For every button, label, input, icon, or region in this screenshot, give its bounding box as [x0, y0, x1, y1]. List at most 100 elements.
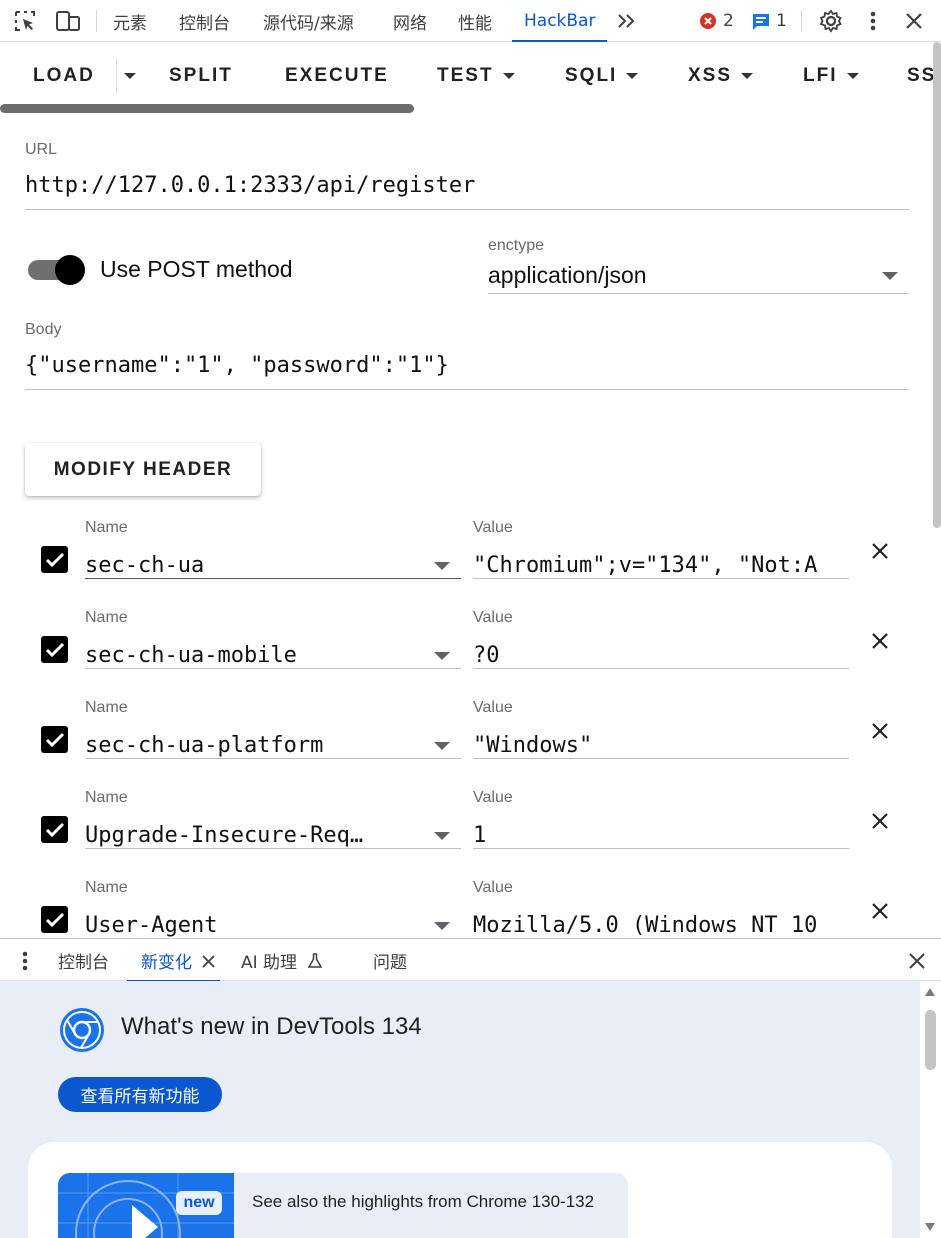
more-options-icon[interactable] — [862, 9, 884, 33]
header-name-underline — [85, 758, 461, 759]
header-name-dropdown-icon[interactable] — [434, 562, 450, 570]
drawer-scrollbar-thumb[interactable] — [925, 1010, 936, 1070]
checkmark-icon — [45, 642, 64, 657]
modify-header-button[interactable]: MODIFY HEADER — [25, 443, 261, 496]
header-name-input[interactable]: sec-ch-ua-platform — [85, 733, 415, 758]
header-value-label: Value — [473, 879, 513, 896]
url-input[interactable]: http://127.0.0.1:2333/api/register — [25, 173, 909, 198]
scroll-down-arrow-icon[interactable] — [923, 1220, 937, 1234]
new-badge: new — [176, 1191, 222, 1215]
chevron-down-icon — [626, 73, 639, 79]
header-value-input[interactable]: ?0 — [473, 643, 849, 668]
header-row: Name sec-ch-ua Value "Chromium";v="134",… — [0, 512, 930, 602]
post-method-toggle-knob[interactable] — [55, 255, 85, 285]
message-count: 1 — [776, 11, 787, 31]
header-value-label: Value — [473, 609, 513, 626]
header-enabled-checkbox[interactable] — [41, 906, 68, 933]
xss-menu-button[interactable]: XSS — [688, 56, 754, 96]
remove-header-icon[interactable] — [868, 719, 892, 743]
tab-performance[interactable]: 性能 — [458, 0, 492, 42]
ssti-menu-button[interactable]: SS — [907, 56, 936, 96]
chevron-down-icon — [846, 73, 859, 79]
tab-elements[interactable]: 元素 — [113, 0, 147, 42]
error-icon[interactable] — [699, 12, 717, 30]
header-value-label: Value — [473, 789, 513, 806]
drawer-tab-issues[interactable]: 问题 — [373, 939, 407, 982]
header-value-input[interactable]: "Chromium";v="134", "Not:A — [473, 553, 849, 578]
header-row: Name sec-ch-ua-platform Value "Windows" — [0, 692, 930, 782]
header-name-underline — [85, 668, 461, 669]
tab-sources[interactable]: 源代码/来源 — [263, 0, 354, 42]
device-toolbar-icon[interactable] — [54, 9, 82, 33]
header-name-dropdown-icon[interactable] — [434, 742, 450, 750]
close-drawer-icon[interactable] — [905, 949, 929, 973]
load-dropdown-button[interactable] — [116, 56, 144, 96]
enctype-label: enctype — [488, 237, 545, 254]
execute-button[interactable]: EXECUTE — [285, 56, 389, 96]
header-value-input[interactable]: Mozilla/5.0 (Windows NT 10 — [473, 913, 849, 938]
header-value-underline — [473, 848, 849, 849]
close-devtools-icon[interactable] — [902, 9, 926, 33]
body-label: Body — [25, 321, 62, 338]
header-enabled-checkbox[interactable] — [41, 726, 68, 753]
header-name-dropdown-icon[interactable] — [434, 922, 450, 930]
tab-network[interactable]: 网络 — [393, 0, 427, 42]
settings-gear-icon[interactable] — [818, 8, 844, 34]
test-menu-button[interactable]: TEST — [437, 56, 515, 96]
header-value-input[interactable]: 1 — [473, 823, 849, 848]
remove-header-icon[interactable] — [868, 899, 892, 923]
drawer-tab-whats-new[interactable]: 新变化 — [127, 939, 220, 982]
inspect-element-icon[interactable] — [12, 9, 38, 33]
header-value-underline — [473, 578, 849, 579]
header-name-underline — [85, 848, 461, 849]
header-name-input[interactable]: sec-ch-ua — [85, 553, 415, 578]
panel-vertical-scrollbar[interactable] — [933, 42, 941, 528]
more-tabs-chevron-icon[interactable] — [614, 9, 640, 33]
drawer-tab-ai-assistant[interactable]: AI 助理 — [241, 939, 297, 982]
message-icon[interactable] — [751, 12, 771, 31]
remove-header-icon[interactable] — [868, 539, 892, 563]
sqli-menu-button[interactable]: SQLI — [565, 56, 639, 96]
body-input[interactable]: {"username":"1", "password":"1"} — [25, 353, 909, 378]
whats-new-title: What's new in DevTools 134 — [121, 1013, 422, 1040]
header-name-input[interactable]: User-Agent — [85, 913, 415, 938]
header-value-input[interactable]: "Windows" — [473, 733, 849, 758]
header-name-label: Name — [85, 789, 128, 806]
header-enabled-checkbox[interactable] — [41, 636, 68, 663]
remove-header-icon[interactable] — [868, 629, 892, 653]
flask-icon — [306, 952, 324, 970]
header-row: Name sec-ch-ua-mobile Value ?0 — [0, 602, 930, 692]
header-name-dropdown-icon[interactable] — [434, 652, 450, 660]
enctype-select[interactable]: application/json — [488, 262, 868, 289]
header-name-dropdown-icon[interactable] — [434, 832, 450, 840]
drawer-menu-icon[interactable] — [14, 949, 36, 973]
body-underline — [25, 389, 909, 390]
header-enabled-checkbox[interactable] — [41, 816, 68, 843]
error-count: 2 — [723, 11, 734, 31]
toolbar-horizontal-scrollbar[interactable] — [0, 104, 414, 113]
tab-separator — [96, 10, 97, 32]
checkmark-icon — [45, 552, 64, 567]
drawer-tab-console[interactable]: 控制台 — [58, 939, 109, 982]
close-tab-icon[interactable] — [200, 953, 216, 969]
checkmark-icon — [45, 732, 64, 747]
lfi-menu-button[interactable]: LFI — [803, 56, 859, 96]
enctype-dropdown-icon[interactable] — [882, 272, 898, 280]
tab-hackbar[interactable]: HackBar — [511, 0, 609, 42]
header-name-input[interactable]: sec-ch-ua-mobile — [85, 643, 415, 668]
see-all-features-button[interactable]: 查看所有新功能 — [58, 1077, 222, 1112]
split-button[interactable]: SPLIT — [169, 56, 233, 96]
scroll-up-arrow-icon[interactable] — [923, 985, 937, 999]
tab-console[interactable]: 控制台 — [179, 0, 230, 42]
header-enabled-checkbox[interactable] — [41, 546, 68, 573]
header-name-input[interactable]: Upgrade-Insecure-Req… — [85, 823, 415, 848]
header-value-label: Value — [473, 699, 513, 716]
header-row: Name Upgrade-Insecure-Req… Value 1 — [0, 782, 930, 872]
load-button[interactable]: LOAD — [33, 56, 95, 96]
remove-header-icon[interactable] — [868, 809, 892, 833]
checkmark-icon — [45, 912, 64, 927]
highlights-text: See also the highlights from Chrome 130-… — [252, 1192, 595, 1211]
post-method-label: Use POST method — [100, 256, 293, 282]
checkmark-icon — [45, 822, 64, 837]
header-value-underline — [473, 758, 849, 759]
